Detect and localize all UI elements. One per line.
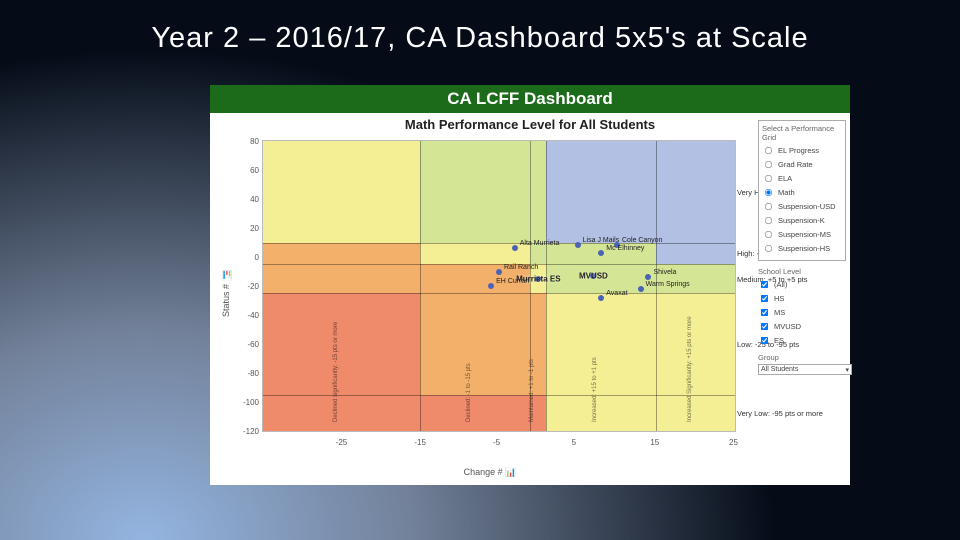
grid-cell [546, 293, 656, 395]
data-point[interactable] [598, 250, 604, 256]
perf-grid-option[interactable]: Math [762, 186, 842, 199]
data-point[interactable] [614, 242, 620, 248]
x-tick: 5 [572, 438, 576, 447]
grid-cell [656, 243, 735, 265]
group-box: Group All Students▾ [758, 353, 846, 375]
school-level-option[interactable]: MS [758, 306, 846, 319]
grid-cell [546, 141, 656, 243]
grid-cell [263, 243, 420, 265]
col-label: Increased: +15 to +1 pts [592, 358, 598, 423]
data-point[interactable] [638, 286, 644, 292]
y-tick: -80 [239, 369, 259, 378]
grid-cell [656, 141, 735, 243]
data-point[interactable] [645, 274, 651, 280]
grid-cell [420, 264, 530, 293]
col-label: Maintained: +1 to -1 pts [529, 359, 535, 422]
dashboard-panel: CA LCFF Dashboard Math Performance Level… [210, 85, 850, 485]
x-tick: 25 [729, 438, 738, 447]
school-level-option[interactable]: (All) [758, 278, 846, 291]
grid-cell [546, 395, 656, 431]
data-point[interactable] [598, 295, 604, 301]
perf-grid-option[interactable]: Suspension-USD [762, 200, 842, 213]
grid-cell [656, 264, 735, 293]
dashboard-banner: CA LCFF Dashboard [210, 85, 850, 113]
data-point[interactable] [512, 245, 518, 251]
y-tick: -40 [239, 311, 259, 320]
plot-area: Status # 📊 Change # 📊 -120-100-80-60-40-… [240, 134, 740, 454]
perf-grid-option[interactable]: EL Progress [762, 144, 842, 157]
grid-cell [656, 395, 735, 431]
school-level-box: School Level (All)HSMSMVUSDES [758, 267, 846, 347]
school-level-option[interactable]: ES [758, 334, 846, 347]
col-label: Declined: -1 to -15 pts [466, 364, 472, 423]
grid-cell [530, 141, 546, 243]
y-tick: -120 [239, 427, 259, 436]
y-tick: -20 [239, 282, 259, 291]
group-select[interactable]: All Students▾ [758, 364, 852, 375]
grid-cell [263, 141, 420, 243]
grid-cell [420, 395, 530, 431]
col-label: Increased Significantly: +15 pts or more [687, 317, 693, 423]
grid-cell [530, 243, 546, 265]
grid-cell [263, 264, 420, 293]
y-tick: 0 [239, 253, 259, 262]
perf-grid-option[interactable]: Suspension-HS [762, 242, 842, 255]
perf-grid-option[interactable]: Grad Rate [762, 158, 842, 171]
grid-cell [420, 293, 530, 395]
perf-grid-option[interactable]: Suspension-MS [762, 228, 842, 241]
perf-grid-option[interactable]: ELA [762, 172, 842, 185]
data-point[interactable] [488, 283, 494, 289]
y-tick: -100 [239, 398, 259, 407]
grid-cell [263, 293, 420, 395]
slide-title: Year 2 – 2016/17, CA Dashboard 5x5's at … [0, 22, 960, 55]
performance-grid-box: Select a Performance Grid EL ProgressGra… [758, 120, 846, 261]
y-tick: 40 [239, 195, 259, 204]
grid-cell [420, 141, 530, 243]
group-title: Group [758, 353, 846, 362]
x-axis-label: Change # 📊 [240, 467, 740, 478]
grid-cell [656, 293, 735, 395]
y-axis-label: Status # 📊 [214, 134, 238, 454]
x-tick: -25 [336, 438, 348, 447]
scatter-plot: -120-100-80-60-40-20020406080-25-15-5515… [262, 140, 736, 432]
y-tick: 80 [239, 137, 259, 146]
x-tick: -5 [493, 438, 500, 447]
y-tick: 20 [239, 224, 259, 233]
x-tick: 15 [650, 438, 659, 447]
col-label: Declined significantly: -15 pts or more [333, 322, 339, 422]
school-level-title: School Level [758, 267, 846, 276]
data-point[interactable] [496, 269, 502, 275]
row-label: Very Low: -95 pts or more [737, 409, 833, 418]
chart-subtitle: Math Performance Level for All Students [210, 117, 850, 132]
grid-cell [263, 395, 420, 431]
data-point-label: Murrieta ES [516, 274, 560, 283]
school-level-option[interactable]: MVUSD [758, 320, 846, 333]
perf-grid-option[interactable]: Suspension-K [762, 214, 842, 227]
data-point-label: MVUSD [579, 271, 608, 280]
controls-column: Select a Performance Grid EL ProgressGra… [758, 120, 846, 375]
school-level-option[interactable]: HS [758, 292, 846, 305]
x-tick: -15 [414, 438, 426, 447]
y-tick: 60 [239, 166, 259, 175]
data-point[interactable] [575, 242, 581, 248]
y-tick: -60 [239, 340, 259, 349]
performance-grid-title: Select a Performance Grid [762, 124, 842, 142]
